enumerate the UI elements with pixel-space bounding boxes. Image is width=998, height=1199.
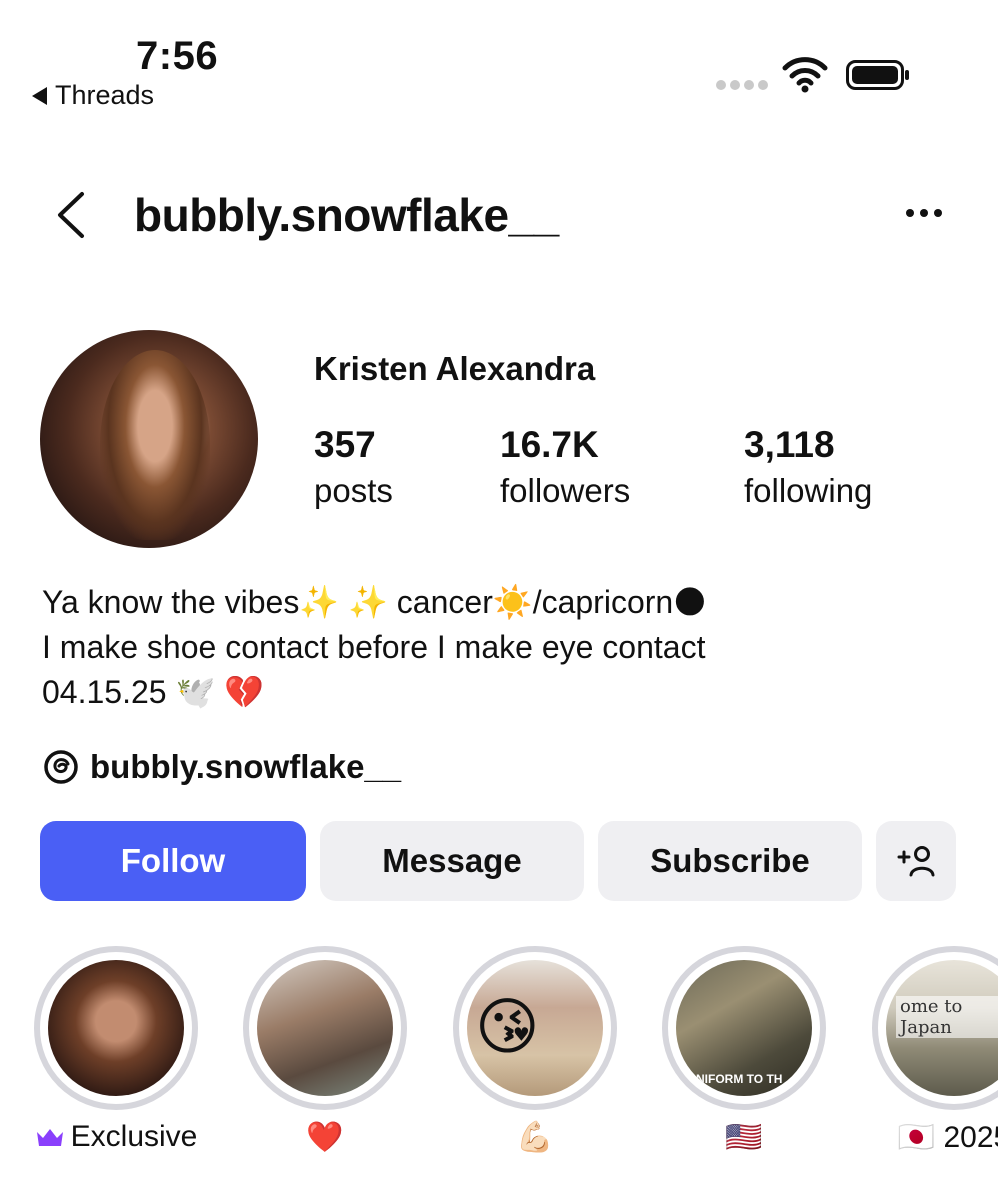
threads-profile-link[interactable]: bubbly.snowflake__ — [42, 748, 401, 786]
profile-username-title: bubbly.snowflake__ — [134, 189, 559, 241]
highlight-label: Exclusive — [34, 1120, 198, 1154]
kissing-face-emoji: 😘 — [475, 993, 540, 1062]
highlight-label: ❤️ — [306, 1121, 344, 1154]
story-highlight-muscle[interactable]: 😘 💪🏻 — [453, 946, 617, 1154]
highlight-cover-image — [48, 960, 184, 1096]
posts-count: 357 — [314, 424, 376, 465]
story-highlight-japan-2025[interactable]: ome to Japan 🇯🇵 2025 — [872, 946, 998, 1154]
highlight-label: 🇺🇸 — [725, 1121, 763, 1154]
highlight-ring: NIFORM TO TH — [662, 946, 826, 1110]
threads-handle: bubbly.snowflake__ — [90, 748, 402, 785]
back-to-threads-link[interactable]: Threads — [32, 80, 154, 111]
threads-icon — [44, 750, 78, 784]
highlight-cover-image: NIFORM TO TH — [676, 960, 812, 1096]
avatar-photo — [100, 350, 210, 540]
more-options-icon[interactable] — [906, 209, 942, 217]
posts-label: posts — [314, 472, 393, 509]
crown-icon — [36, 1129, 63, 1146]
suggested-users-button[interactable] — [876, 821, 956, 901]
highlight-label: 🇯🇵 2025 — [897, 1121, 998, 1154]
story-highlight-heart[interactable]: ❤️ — [243, 946, 407, 1154]
bio-line: I make shoe contact before I make eye co… — [42, 629, 706, 665]
followers-label: followers — [500, 472, 631, 509]
wifi-icon — [782, 57, 828, 93]
bio-line: Ya know the vibes✨ ✨ cancer☀️/capricorn🌑 — [42, 584, 707, 620]
back-chevron-icon[interactable] — [52, 190, 92, 240]
following-stat[interactable]: 3,118 following — [744, 424, 872, 510]
back-triangle-icon — [32, 86, 47, 105]
profile-bio: Ya know the vibes✨ ✨ cancer☀️/capricorn🌑… — [42, 580, 707, 715]
subscribe-button[interactable]: Subscribe — [598, 821, 862, 901]
highlight-cover-image — [257, 960, 393, 1096]
add-user-icon — [897, 846, 935, 877]
back-app-label: Threads — [55, 80, 155, 110]
story-highlight-usa[interactable]: NIFORM TO TH 🇺🇸 — [662, 946, 826, 1154]
message-button[interactable]: Message — [320, 821, 584, 901]
highlight-cover-image: ome to Japan — [886, 960, 998, 1096]
highlight-ring — [243, 946, 407, 1110]
profile-avatar[interactable] — [40, 330, 258, 548]
following-count: 3,118 — [744, 424, 835, 465]
posts-stat[interactable]: 357 posts — [314, 424, 393, 510]
profile-full-name: Kristen Alexandra — [314, 350, 596, 387]
followers-stat[interactable]: 16.7K followers — [500, 424, 630, 510]
story-highlight-exclusive[interactable]: Exclusive — [34, 946, 198, 1153]
highlight-cover-caption: NIFORM TO TH — [696, 1072, 783, 1086]
follow-button[interactable]: Follow — [40, 821, 306, 901]
followers-count: 16.7K — [500, 424, 599, 465]
status-time: 7:56 — [136, 34, 219, 78]
bio-line: 04.15.25 🕊️ 💔 — [42, 674, 265, 710]
following-label: following — [744, 472, 873, 509]
battery-icon — [846, 60, 909, 90]
highlight-ring: ome to Japan — [872, 946, 998, 1110]
highlight-cover-image: 😘 — [467, 960, 603, 1096]
highlight-cover-caption: ome to Japan — [896, 996, 998, 1038]
highlight-ring: 😘 — [453, 946, 617, 1110]
cellular-signal-icon — [716, 80, 768, 90]
highlight-label: 💪🏻 — [516, 1121, 554, 1154]
highlight-label-text: Exclusive — [70, 1120, 198, 1153]
highlight-ring — [34, 946, 198, 1110]
